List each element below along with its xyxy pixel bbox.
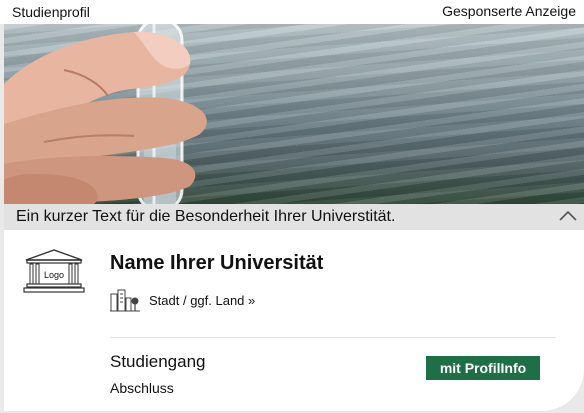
profile-panel: Logo Name Ihrer Universität Stadt / ggf.…	[4, 230, 584, 411]
divider	[110, 337, 556, 338]
course-name: Studiengang	[110, 352, 206, 371]
ad-header: Studienprofil Gesponserte Anzeige	[0, 0, 584, 24]
caption-text: Ein kurzer Text für die Besonderheit Ihr…	[16, 208, 396, 225]
ad-type-label: Studienprofil	[12, 4, 90, 20]
degree-name: Abschluss	[110, 380, 174, 396]
university-name[interactable]: Name Ihrer Universität	[110, 252, 323, 275]
hero-image[interactable]	[4, 24, 584, 204]
hero-caption: Ein kurzer Text für die Besonderheit Ihr…	[4, 204, 584, 230]
chevron-up-icon[interactable]	[558, 208, 578, 224]
hand-with-test-tube	[4, 24, 207, 204]
sponsored-label: Gesponserte Anzeige	[442, 3, 576, 19]
logo-text: Logo	[44, 270, 64, 280]
sponsored-ad: Studienprofil Gesponserte Anzeige Ein ku…	[0, 0, 584, 413]
profile-info-button[interactable]: mit ProfilInfo	[426, 356, 540, 380]
city-text[interactable]: Stadt / ggf. Land »	[149, 293, 255, 308]
city-icon	[110, 289, 140, 312]
building-icon: Logo	[23, 249, 85, 293]
